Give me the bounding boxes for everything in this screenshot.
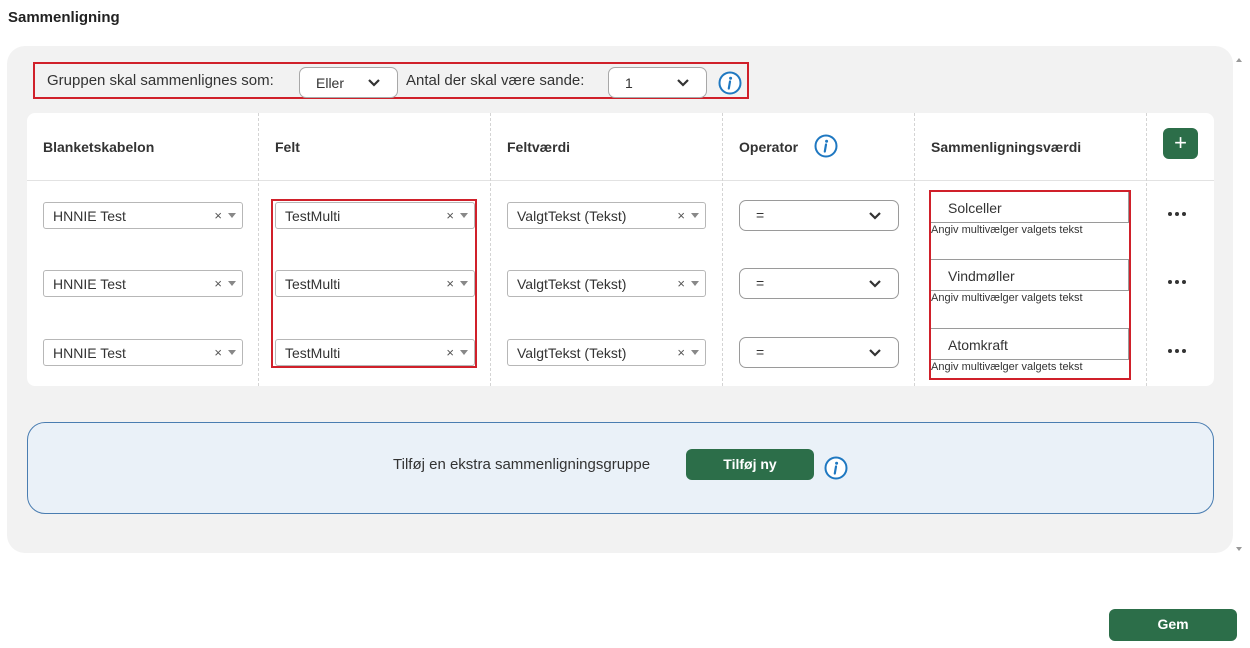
field-value-value: ValgtTekst (Tekst)	[517, 276, 627, 292]
true-count-select[interactable]: 1	[608, 67, 707, 98]
chevron-down-icon	[869, 211, 881, 220]
info-icon[interactable]	[824, 456, 848, 480]
field-column-highlight	[271, 199, 477, 368]
field-value-value: ValgtTekst (Tekst)	[517, 208, 627, 224]
chevron-down-icon	[869, 348, 881, 357]
operator-value: =	[756, 344, 765, 360]
template-value: HNNIE Test	[53, 208, 126, 224]
dropdown-arrow-icon	[228, 281, 236, 286]
more-options-icon[interactable]	[1168, 212, 1188, 218]
operator-value: =	[756, 275, 765, 291]
operator-value: =	[756, 207, 765, 223]
more-options-icon[interactable]	[1168, 349, 1188, 355]
clear-icon[interactable]: ×	[214, 208, 222, 223]
clear-icon[interactable]: ×	[677, 345, 685, 360]
operator-select[interactable]: =	[739, 337, 899, 368]
dropdown-arrow-icon	[691, 213, 699, 218]
dropdown-arrow-icon	[691, 281, 699, 286]
dropdown-arrow-icon	[691, 350, 699, 355]
field-value-value: ValgtTekst (Tekst)	[517, 345, 627, 361]
operator-select[interactable]: =	[739, 200, 899, 231]
true-count-label: Antal der skal være sande:	[406, 72, 585, 89]
scrollbar[interactable]	[1236, 46, 1244, 553]
clear-icon[interactable]: ×	[677, 208, 685, 223]
field-value-select[interactable]: ValgtTekst (Tekst) ×	[507, 339, 706, 366]
column-header-operator: Operator	[739, 139, 799, 155]
compare-mode-value: Eller	[316, 74, 345, 91]
dropdown-arrow-icon	[228, 350, 236, 355]
template-select[interactable]: HNNIE Test ×	[43, 270, 243, 297]
dropdown-arrow-icon	[228, 213, 236, 218]
clear-icon[interactable]: ×	[214, 276, 222, 291]
scroll-up-icon[interactable]	[1236, 58, 1242, 62]
template-select[interactable]: HNNIE Test ×	[43, 202, 243, 229]
column-divider	[258, 113, 259, 386]
info-icon[interactable]	[718, 71, 742, 95]
column-divider	[914, 113, 915, 386]
plus-icon: +	[1174, 130, 1187, 155]
chevron-down-icon	[677, 78, 689, 87]
template-value: HNNIE Test	[53, 276, 126, 292]
compare-mode-select[interactable]: Eller	[299, 67, 398, 98]
scroll-down-icon[interactable]	[1236, 547, 1242, 551]
extra-group-label: Tilføj en ekstra sammenligningsgruppe	[393, 456, 651, 473]
clear-icon[interactable]: ×	[214, 345, 222, 360]
column-divider	[1146, 113, 1147, 386]
column-header-template: Blanketskabelon	[43, 139, 155, 155]
save-button[interactable]: Gem	[1109, 609, 1237, 641]
column-divider	[490, 113, 491, 386]
column-header-field-value: Feltværdi	[507, 139, 571, 155]
true-count-value: 1	[625, 74, 633, 91]
add-new-group-button[interactable]: Tilføj ny	[686, 449, 814, 480]
field-value-select[interactable]: ValgtTekst (Tekst) ×	[507, 202, 706, 229]
column-header-compare-value: Sammenligningsværdi	[931, 139, 1082, 155]
clear-icon[interactable]: ×	[677, 276, 685, 291]
template-value: HNNIE Test	[53, 345, 126, 361]
field-value-select[interactable]: ValgtTekst (Tekst) ×	[507, 270, 706, 297]
info-icon[interactable]	[814, 134, 838, 158]
page-title: Sammenligning	[8, 9, 120, 26]
compare-value-highlight	[929, 190, 1131, 380]
operator-select[interactable]: =	[739, 268, 899, 299]
template-select[interactable]: HNNIE Test ×	[43, 339, 243, 366]
compare-mode-label: Gruppen skal sammenlignes som:	[47, 72, 274, 89]
header-divider	[27, 180, 1214, 181]
column-header-field: Felt	[275, 139, 300, 155]
more-options-icon[interactable]	[1168, 280, 1188, 286]
chevron-down-icon	[869, 279, 881, 288]
add-row-button[interactable]: +	[1163, 128, 1198, 159]
column-divider	[722, 113, 723, 386]
chevron-down-icon	[368, 78, 380, 87]
